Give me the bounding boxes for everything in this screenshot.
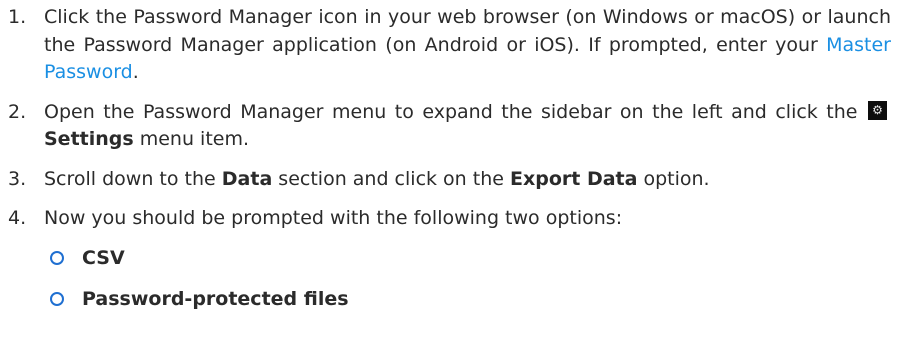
step-1: 1. Click the Password Manager icon in yo… xyxy=(8,4,891,87)
option-password-protected-files: Password-protected files xyxy=(48,286,891,313)
step-number: 4. xyxy=(8,207,27,229)
step-text-part: Open the Password Manager menu to expand… xyxy=(44,100,866,123)
option-label: Password-protected files xyxy=(82,287,349,310)
settings-gear-icon xyxy=(868,100,887,120)
option-csv: CSV xyxy=(48,245,891,272)
step-text-part: menu item. xyxy=(133,128,250,150)
step-text-part: Scroll down to the xyxy=(44,167,222,190)
settings-label: Settings xyxy=(44,128,134,150)
export-options-list: CSV Password-protected files xyxy=(8,245,891,313)
step-3: 3. Scroll down to the Data section and c… xyxy=(8,166,891,194)
steps-list: 1. Click the Password Manager icon in yo… xyxy=(8,4,891,233)
radio-circle-icon xyxy=(50,251,64,265)
step-number: 1. xyxy=(8,6,27,28)
step-text-part: . xyxy=(132,61,139,83)
step-text-part: option. xyxy=(637,167,710,190)
step-text: Scroll down to the Data section and clic… xyxy=(44,166,891,194)
step-text-part: section and click on the xyxy=(272,167,510,190)
data-section-label: Data xyxy=(221,167,273,190)
step-text: Click the Password Manager icon in your … xyxy=(44,4,891,87)
radio-circle-icon xyxy=(50,292,64,306)
step-text: Now you should be prompted with the foll… xyxy=(44,207,623,229)
step-number: 2. xyxy=(8,100,27,123)
option-label: CSV xyxy=(82,246,125,269)
step-2: 2. Open the Password Manager menu to exp… xyxy=(8,99,891,154)
step-text: Open the Password Manager menu to expand… xyxy=(44,99,891,154)
step-number: 3. xyxy=(8,167,27,190)
step-text-part: Click the Password Manager icon in your … xyxy=(44,6,891,56)
instructions-document: 1. Click the Password Manager icon in yo… xyxy=(0,0,905,313)
export-data-label: Export Data xyxy=(509,167,638,190)
step-4: 4. Now you should be prompted with the f… xyxy=(8,205,891,233)
